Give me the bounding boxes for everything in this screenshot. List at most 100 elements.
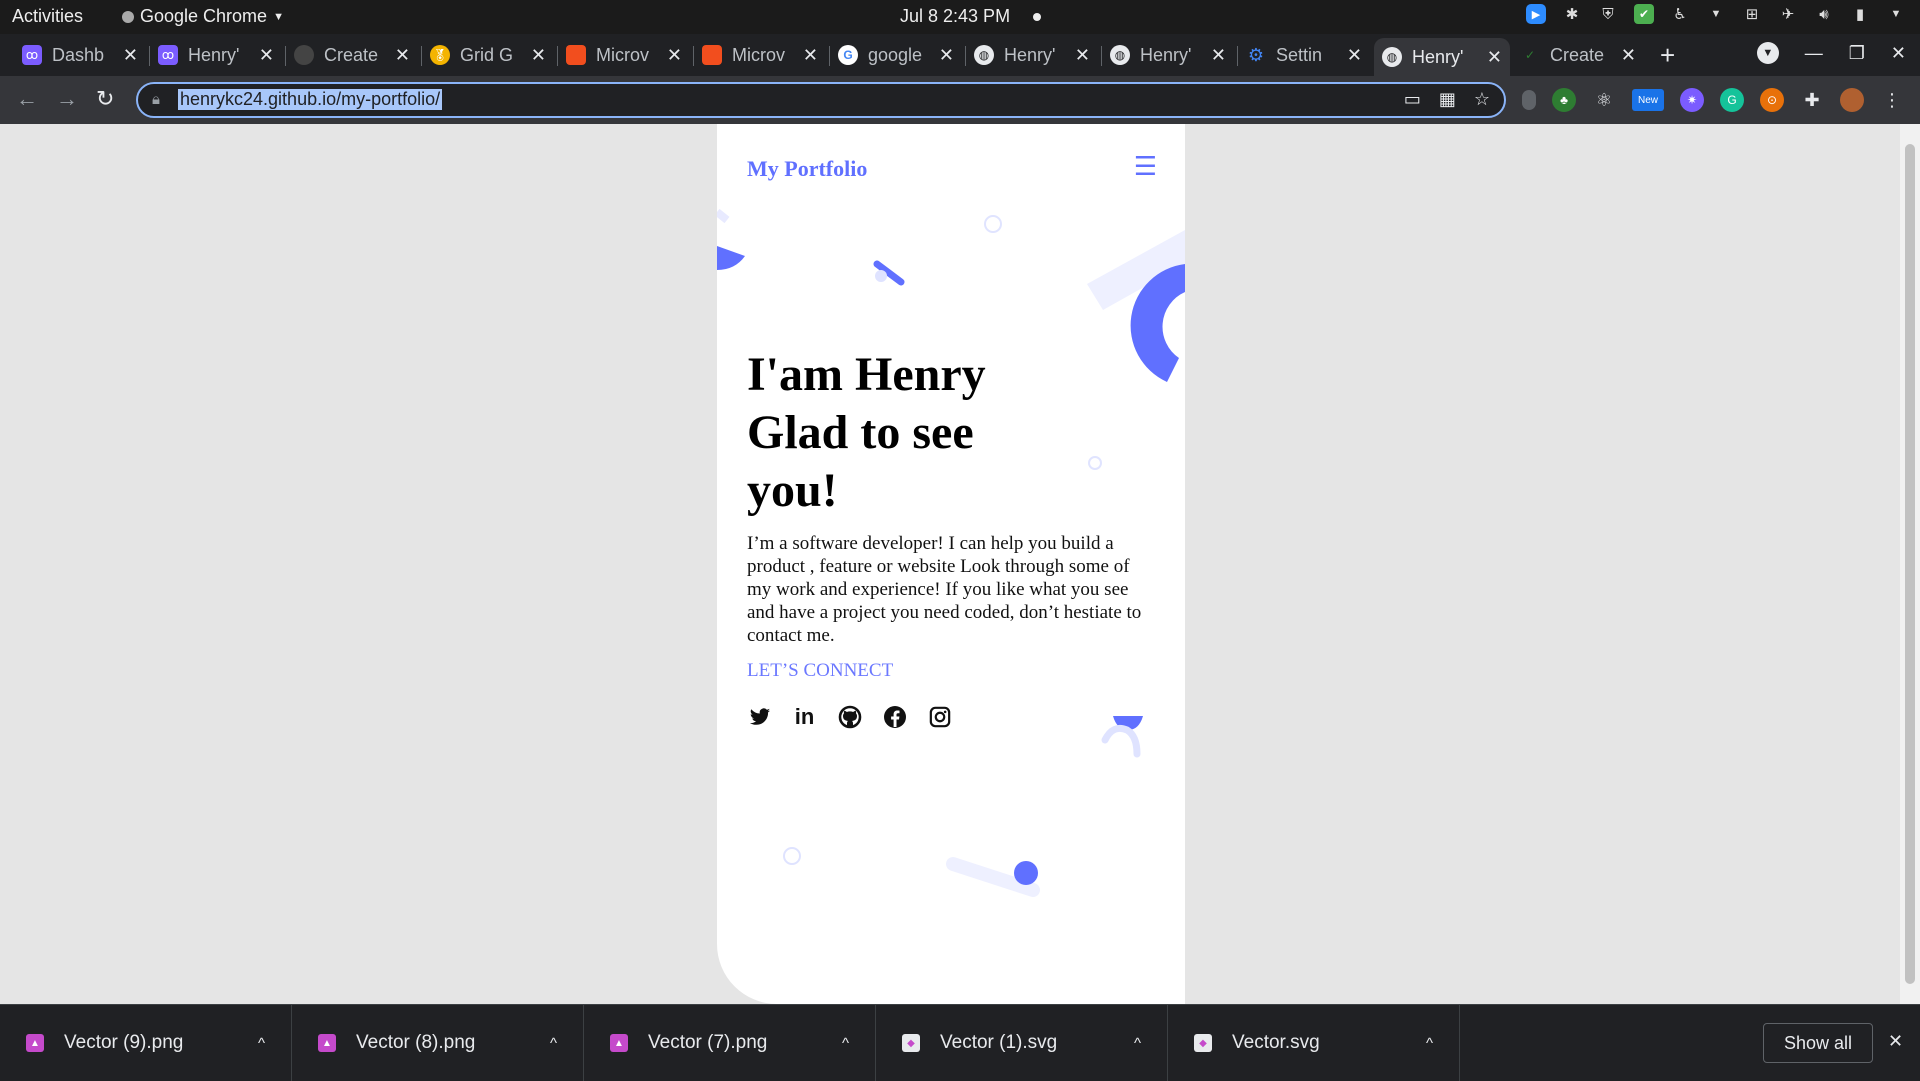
close-icon[interactable]: ✕ bbox=[1211, 45, 1226, 66]
slack-icon[interactable]: ✱ bbox=[1562, 4, 1582, 24]
qr-code-icon[interactable]: ▦ bbox=[1439, 89, 1456, 110]
download-item[interactable]: ▲ Vector (7).png ^ bbox=[584, 1005, 876, 1081]
twitter-icon[interactable] bbox=[747, 704, 772, 729]
network-icon[interactable]: ⊞ bbox=[1742, 4, 1762, 24]
close-icon[interactable]: ✕ bbox=[531, 45, 546, 66]
tab-favicon-icon: ꝏ bbox=[158, 45, 178, 65]
shield-icon[interactable]: ⛨ bbox=[1598, 4, 1618, 24]
github-icon: ✓ bbox=[1524, 48, 1536, 62]
app-menu[interactable]: Google Chrome ▼ bbox=[122, 6, 284, 27]
circle-outline-shape bbox=[1088, 456, 1102, 470]
maximize-icon[interactable]: ❐ bbox=[1849, 43, 1865, 64]
chevron-up-icon[interactable]: ^ bbox=[550, 1035, 557, 1052]
chevron-up-icon[interactable]: ^ bbox=[258, 1035, 265, 1052]
reload-icon[interactable]: ↻ bbox=[96, 86, 114, 112]
close-icon[interactable]: ✕ bbox=[1075, 45, 1090, 66]
puzzle-piece-icon[interactable]: ✚ bbox=[1800, 88, 1824, 112]
clock[interactable]: Jul 8 2:43 PM bbox=[900, 6, 1010, 27]
tab[interactable]: Microv ✕ bbox=[694, 38, 826, 72]
address-bar[interactable]: 🔒︎ henrykc24.github.io/my-portfolio/ ▭ ▦… bbox=[136, 82, 1506, 118]
linkedin-icon[interactable]: in bbox=[792, 704, 817, 729]
circle-outline-shape bbox=[783, 847, 801, 865]
portfolio-page: My Portfolio ☰ I'am Henry Glad to see yo… bbox=[717, 124, 1185, 1004]
more-vertical-icon[interactable]: ⋮ bbox=[1880, 88, 1904, 112]
url-text[interactable]: henrykc24.github.io/my-portfolio/ bbox=[178, 89, 443, 110]
hamburger-menu-icon[interactable]: ☰ bbox=[1134, 152, 1157, 182]
tab[interactable]: ✓ Create ✕ bbox=[1512, 38, 1644, 72]
lock-icon[interactable]: 🔒︎ bbox=[152, 91, 160, 108]
close-icon[interactable]: ✕ bbox=[259, 45, 274, 66]
github-icon[interactable] bbox=[837, 704, 862, 729]
tab[interactable]: G google ✕ bbox=[830, 38, 962, 72]
new-tab-plus-icon[interactable]: + bbox=[1660, 40, 1675, 71]
scrollbar-thumb[interactable] bbox=[1905, 144, 1915, 984]
chevron-up-icon[interactable]: ^ bbox=[842, 1035, 849, 1052]
bookmark-star-icon[interactable]: ☆ bbox=[1474, 89, 1490, 110]
svg-file-icon: ◆ bbox=[902, 1034, 920, 1052]
volume-icon[interactable]: 🔊︎ bbox=[1814, 4, 1834, 24]
tab[interactable]: ꝏ Henry' ✕ bbox=[150, 38, 282, 72]
tab-active[interactable]: ◍ Henry' ✕ bbox=[1374, 38, 1510, 76]
airplane-icon[interactable]: ✈ bbox=[1778, 4, 1798, 24]
show-all-button[interactable]: Show all bbox=[1763, 1023, 1873, 1063]
grammarly-icon[interactable]: G bbox=[1720, 88, 1744, 112]
close-icon[interactable]: ✕ bbox=[1487, 47, 1502, 68]
profile-avatar[interactable] bbox=[1840, 88, 1864, 112]
download-item[interactable]: ◆ Vector (1).svg ^ bbox=[876, 1005, 1168, 1081]
colorful-extension-icon[interactable]: ✷ bbox=[1680, 88, 1704, 112]
facebook-icon[interactable] bbox=[882, 704, 907, 729]
battery-icon[interactable]: ▮ bbox=[1850, 4, 1870, 24]
hero-heading-line: Glad to see bbox=[747, 406, 974, 459]
close-icon[interactable]: ✕ bbox=[1347, 45, 1362, 66]
close-window-icon[interactable]: ✕ bbox=[1891, 43, 1906, 64]
activities-button[interactable]: Activities bbox=[12, 6, 83, 27]
cast-icon[interactable]: ▭ bbox=[1404, 89, 1421, 110]
brand-logo-text[interactable]: My Portfolio bbox=[747, 156, 867, 182]
chevron-up-icon[interactable]: ^ bbox=[1134, 1035, 1141, 1052]
svg-file-icon: ◆ bbox=[1194, 1034, 1212, 1052]
download-filename: Vector (8).png bbox=[356, 1032, 476, 1053]
security-check-icon[interactable]: ✔ bbox=[1634, 4, 1654, 24]
download-item[interactable]: ▲ Vector (9).png ^ bbox=[0, 1005, 292, 1081]
tab-title: Henry' bbox=[1412, 46, 1464, 67]
new-badge-extension-icon[interactable]: New bbox=[1632, 89, 1664, 111]
glasses-extension-icon[interactable]: ⊙ bbox=[1760, 88, 1784, 112]
extension-icon[interactable] bbox=[1522, 90, 1536, 110]
tab[interactable]: ◍ Henry' ✕ bbox=[966, 38, 1098, 72]
close-icon[interactable]: ✕ bbox=[1888, 1031, 1903, 1052]
tab-search-icon[interactable]: ▼ bbox=[1756, 42, 1779, 64]
close-icon[interactable]: ✕ bbox=[939, 45, 954, 66]
tab[interactable]: 🏅︎ Grid G ✕ bbox=[422, 38, 554, 72]
chevron-down-icon[interactable]: ▼ bbox=[1886, 4, 1906, 24]
downloads-bar: ▲ Vector (9).png ^ ▲ Vector (8).png ^ ▲ … bbox=[0, 1004, 1920, 1081]
close-icon[interactable]: ✕ bbox=[667, 45, 682, 66]
tree-extension-icon[interactable]: ♣ bbox=[1552, 88, 1576, 112]
react-devtools-icon[interactable]: ⚛ bbox=[1592, 88, 1616, 112]
tab[interactable]: ꝏ Dashb ✕ bbox=[14, 38, 146, 72]
extensions-area: ♣ ⚛ New ✷ G ⊙ ✚ ⋮ bbox=[1522, 88, 1904, 112]
tab[interactable]: Microv ✕ bbox=[558, 38, 690, 72]
accessibility-icon[interactable]: ♿ bbox=[1670, 4, 1690, 24]
back-arrow-icon[interactable]: ← bbox=[16, 86, 38, 112]
tab-title: Create bbox=[1550, 44, 1605, 65]
download-item[interactable]: ▲ Vector (8).png ^ bbox=[292, 1005, 584, 1081]
instagram-icon[interactable] bbox=[927, 704, 952, 729]
tab[interactable]: ⚙ Settin ✕ bbox=[1238, 38, 1370, 72]
chevron-up-icon[interactable]: ^ bbox=[1426, 1035, 1433, 1052]
forward-arrow-icon[interactable]: → bbox=[56, 86, 78, 112]
zoom-icon[interactable]: ▶ bbox=[1526, 4, 1546, 24]
tab[interactable]: ◍ Henry' ✕ bbox=[1102, 38, 1234, 72]
dot-shape bbox=[875, 270, 887, 282]
download-filename: Vector (1).svg bbox=[940, 1032, 1058, 1053]
close-icon[interactable]: ✕ bbox=[395, 45, 410, 66]
close-icon[interactable]: ✕ bbox=[1621, 45, 1636, 66]
system-tray[interactable]: ▶ ✱ ⛨ ✔ ♿ ▼ ⊞ ✈ 🔊︎ ▮ ▼ bbox=[1526, 4, 1906, 24]
minimize-icon[interactable]: — bbox=[1805, 43, 1823, 64]
download-item[interactable]: ◆ Vector.svg ^ bbox=[1168, 1005, 1460, 1081]
tab-favicon-icon bbox=[294, 45, 314, 65]
chevron-down-icon[interactable]: ▼ bbox=[1706, 4, 1726, 24]
close-icon[interactable]: ✕ bbox=[123, 45, 138, 66]
tab[interactable]: Create ✕ bbox=[286, 38, 418, 72]
page-scrollbar[interactable] bbox=[1900, 124, 1920, 1004]
close-icon[interactable]: ✕ bbox=[803, 45, 818, 66]
